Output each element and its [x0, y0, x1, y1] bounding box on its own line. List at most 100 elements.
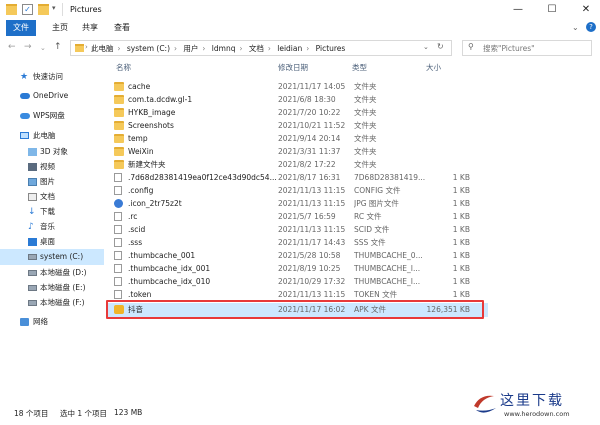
folder-icon	[114, 160, 124, 169]
file-row[interactable]: .thumbcache_idx_001 2021/8/19 10:25 THUMBC…	[108, 262, 488, 275]
file-row[interactable]: WeiXin 2021/3/31 11:37 文件夹	[108, 145, 488, 158]
search-icon: ⚲	[468, 42, 474, 51]
file-row[interactable]: temp 2021/9/14 20:14 文件夹	[108, 132, 488, 145]
tab-file[interactable]: 文件	[6, 20, 36, 36]
back-icon[interactable]: ←	[8, 42, 16, 52]
file-size: 1 KB	[452, 251, 470, 260]
file-row[interactable]: cache 2021/11/17 14:05 文件夹	[108, 80, 488, 93]
file-date: 2021/11/17 14:43	[278, 238, 346, 247]
refresh-icon[interactable]: ↻	[437, 42, 444, 51]
file-row[interactable]: .config 2021/11/13 11:15 CONFIG 文件 1 KB	[108, 184, 488, 197]
file-name: cache	[128, 82, 151, 91]
wps-cloud-icon	[20, 113, 30, 119]
new-folder-icon[interactable]	[38, 4, 49, 15]
file-date: 2021/7/20 10:22	[278, 108, 341, 117]
drive-icon	[28, 254, 37, 260]
sidebar-item-label: 文档	[40, 192, 55, 201]
drive-icon	[28, 300, 37, 306]
sidebar-item-label: 本地磁盘 (D:)	[40, 268, 87, 277]
sidebar-item-label: 图片	[40, 177, 55, 186]
breadcrumb-item[interactable]: Pictures	[316, 44, 346, 53]
sidebar-item-desktop[interactable]: 桌面	[0, 234, 104, 250]
address-bar[interactable]: › 此电脑 › system (C:) › 用户 › ldmnq › 文档 › leidi…	[70, 40, 452, 56]
sidebar-item-videos[interactable]: 视频	[0, 159, 104, 175]
sidebar-item-label: 本地磁盘 (F:)	[40, 298, 85, 307]
file-icon	[114, 225, 122, 234]
file-date: 2021/3/31 11:37	[278, 147, 341, 156]
sidebar-item-drive-d[interactable]: 本地磁盘 (D:)	[0, 265, 104, 281]
breadcrumb-item[interactable]: 用户	[183, 44, 198, 53]
file-row[interactable]: .thumbcache_idx_010 2021/10/29 17:32 THUMB…	[108, 275, 488, 288]
ribbon-expand-icon[interactable]: ⌄	[572, 23, 579, 32]
close-button[interactable]: ✕	[572, 0, 600, 20]
recent-dropdown-icon[interactable]: ⌄	[40, 44, 46, 52]
sidebar-item-onedrive[interactable]: OneDrive	[0, 88, 104, 104]
maximize-button[interactable]: ☐	[538, 0, 566, 20]
highlight-box	[106, 300, 484, 319]
sidebar-item-label: 本地磁盘 (E:)	[40, 283, 86, 292]
folder-icon	[114, 108, 124, 117]
folder-icon	[114, 147, 124, 156]
file-row[interactable]: HYKB_image 2021/7/20 10:22 文件夹	[108, 106, 488, 119]
sidebar-item-wps-cloud[interactable]: WPS网盘	[0, 108, 104, 124]
folder-icon	[114, 121, 124, 130]
breadcrumb-item[interactable]: leidian	[277, 44, 302, 53]
column-header-name[interactable]: 名称	[116, 62, 131, 73]
file-row[interactable]: .scid 2021/11/13 11:15 SCID 文件 1 KB	[108, 223, 488, 236]
navigation-bar: ← → ⌄ ↑ › 此电脑 › system (C:) › 用户 › ldmnq › 文…	[0, 36, 600, 58]
file-icon	[114, 173, 122, 182]
tab-home[interactable]: 主页	[48, 20, 72, 36]
column-header-date[interactable]: 修改日期	[278, 62, 308, 73]
sidebar-item-label: 下载	[40, 207, 55, 216]
search-box[interactable]: ⚲ 搜索"Pictures"	[462, 40, 592, 56]
file-name: .thumbcache_idx_010	[128, 277, 211, 286]
column-header-type[interactable]: 类型	[352, 62, 367, 73]
sidebar-item-label: 桌面	[40, 237, 55, 246]
tab-share[interactable]: 共享	[78, 20, 102, 36]
window-title: Pictures	[70, 5, 102, 14]
file-icon	[114, 212, 122, 221]
file-row[interactable]: .7d68d28381419ea0f12ce43d90dc54... 2021/8…	[108, 171, 488, 184]
breadcrumb-item[interactable]: system (C:)	[127, 44, 170, 53]
file-size: 1 KB	[452, 277, 470, 286]
sidebar-item-3d-objects[interactable]: 3D 对象	[0, 144, 104, 160]
sidebar-item-downloads[interactable]: ↓ 下载	[0, 204, 104, 220]
sidebar-item-music[interactable]: ♪ 音乐	[0, 219, 104, 235]
sidebar-item-drive-f[interactable]: 本地磁盘 (F:)	[0, 295, 104, 311]
sidebar-item-network[interactable]: 网络	[0, 314, 104, 330]
file-icon	[114, 277, 122, 286]
breadcrumb-item[interactable]: 此电脑	[91, 44, 114, 53]
file-name: .icon_2tr75z2t	[128, 199, 182, 208]
sidebar-item-system-c[interactable]: system (C:)	[0, 249, 104, 265]
file-row[interactable]: 新建文件夹 2021/8/2 17:22 文件夹	[108, 158, 488, 171]
navigation-pane: ★ 快速访问 OneDrive WPS网盘 此电脑 3D 对象 视频 图片 文档…	[0, 62, 104, 402]
chevron-right-icon: ›	[85, 43, 88, 51]
tab-view[interactable]: 查看	[110, 20, 134, 36]
sidebar-item-label: 视频	[40, 162, 55, 171]
file-row[interactable]: .sss 2021/11/17 14:43 SSS 文件 1 KB	[108, 236, 488, 249]
file-row[interactable]: .rc 2021/5/7 16:59 RC 文件 1 KB	[108, 210, 488, 223]
breadcrumb-item[interactable]: 文档	[249, 44, 264, 53]
sidebar-item-documents[interactable]: 文档	[0, 189, 104, 205]
column-header-size[interactable]: 大小	[426, 62, 441, 73]
file-type: THUMBCACHE_I...	[354, 264, 421, 273]
minimize-button[interactable]: —	[504, 0, 532, 20]
file-name: .scid	[128, 225, 146, 234]
file-name: .sss	[128, 238, 143, 247]
file-row[interactable]: .thumbcache_001 2021/5/28 10:58 THUMBCACHE…	[108, 249, 488, 262]
sidebar-item-quick-access[interactable]: ★ 快速访问	[0, 69, 104, 85]
help-icon[interactable]: ?	[586, 22, 596, 32]
file-row[interactable]: .icon_2tr75z2t 2021/11/13 11:15 JPG 图片文件 1 …	[108, 197, 488, 210]
breadcrumb-item[interactable]: ldmnq	[212, 44, 236, 53]
forward-icon[interactable]: →	[24, 42, 32, 52]
sidebar-item-this-pc[interactable]: 此电脑	[0, 128, 104, 144]
address-dropdown-icon[interactable]: ⌄	[423, 43, 429, 51]
sidebar-item-label: 3D 对象	[40, 147, 68, 156]
sidebar-item-pictures[interactable]: 图片	[0, 174, 104, 190]
file-row[interactable]: com.ta.dcdw.gl-1 2021/6/8 18:30 文件夹	[108, 93, 488, 106]
properties-icon[interactable]: ✓	[22, 4, 33, 15]
up-icon[interactable]: ↑	[54, 42, 62, 52]
file-row[interactable]: Screenshots 2021/10/21 11:52 文件夹	[108, 119, 488, 132]
file-date: 2021/5/28 10:58	[278, 251, 341, 260]
sidebar-item-drive-e[interactable]: 本地磁盘 (E:)	[0, 280, 104, 296]
